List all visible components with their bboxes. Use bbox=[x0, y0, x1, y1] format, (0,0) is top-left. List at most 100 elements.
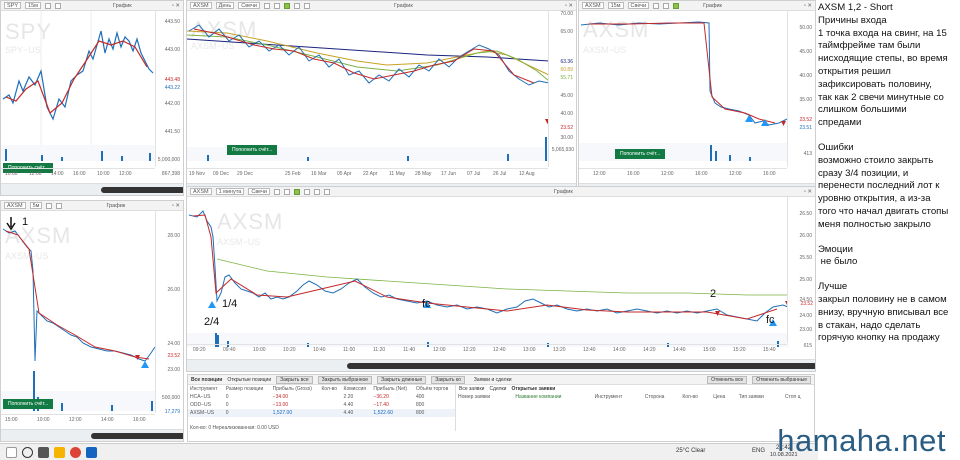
tool-icon[interactable] bbox=[304, 188, 310, 195]
price-chart[interactable] bbox=[1, 11, 157, 161]
chart-pane-axsm-15m: AXSM 15м Свечи График ▫ ✕ AXSM AXSM−US 5… bbox=[578, 0, 816, 196]
tool-icon[interactable] bbox=[294, 188, 300, 195]
interval-select[interactable]: День bbox=[215, 2, 235, 9]
tool-icon[interactable] bbox=[274, 188, 280, 195]
chart-scrollbar[interactable] bbox=[1, 183, 183, 195]
style-select[interactable]: Свечи bbox=[627, 2, 650, 9]
tab-all-positions[interactable]: Все позиции bbox=[191, 377, 222, 383]
symbol-select[interactable]: AXSM bbox=[582, 2, 604, 9]
symbol-select[interactable]: AXSM bbox=[4, 202, 26, 209]
chart-title: График bbox=[554, 188, 573, 195]
chart-title: График bbox=[112, 2, 132, 9]
chart-toolbar: AXSM День Свечи График ▫ ✕ bbox=[187, 1, 576, 11]
chrome-icon[interactable] bbox=[70, 447, 81, 458]
chart-pane-axsm-day: AXSM День Свечи График ▫ ✕ AXSM AXSM−US … bbox=[186, 0, 577, 196]
symbol-select[interactable]: AXSM bbox=[190, 2, 212, 9]
time-axis: 09:20 09:40 10:00 10:20 10:40 11:00 11:20 11:… bbox=[187, 344, 787, 353]
style-select[interactable]: Свечи bbox=[238, 2, 260, 9]
notes-line: горячую кнопку на продажу bbox=[818, 332, 940, 344]
notes-line: нисходящие степы, во время bbox=[818, 53, 948, 65]
orders-table: Номер заявки Название компании Инструмент С… bbox=[458, 394, 801, 400]
window-controls[interactable]: ▫ ✕ bbox=[172, 203, 180, 209]
close-selected-button[interactable]: Закрыть выбранное bbox=[317, 375, 373, 384]
tab-all-orders[interactable]: Все заявки bbox=[459, 386, 484, 392]
close-short-button[interactable]: Закрыть ко bbox=[431, 375, 465, 384]
table-row[interactable]: AXSM−US 0 1,527.00 4.40 1,522.60 800 bbox=[188, 409, 455, 417]
style-select[interactable]: Свечи bbox=[248, 188, 270, 195]
app-icon[interactable] bbox=[86, 447, 97, 458]
annotation-label: 1 bbox=[22, 216, 29, 228]
tool-icon[interactable] bbox=[56, 202, 63, 209]
tab-open-positions[interactable]: Открытые позиции bbox=[227, 377, 271, 383]
chart-toolbar: AXSM 15м Свечи График ▫ ✕ bbox=[579, 1, 815, 11]
task-view-icon[interactable] bbox=[38, 447, 49, 458]
tool-icon[interactable] bbox=[283, 2, 290, 9]
tool-icon[interactable] bbox=[663, 2, 670, 9]
notes-line: в стакан, надо сделать bbox=[818, 319, 921, 331]
cancel-selected-button[interactable]: Отменить выбранные bbox=[752, 375, 811, 384]
interval-select[interactable]: 15м bbox=[25, 2, 41, 9]
interval-select[interactable]: 15м bbox=[607, 2, 624, 9]
weather-widget[interactable]: 25°C Clear bbox=[676, 448, 705, 454]
tab-trades[interactable]: Сделки bbox=[489, 386, 506, 392]
tool-icon[interactable] bbox=[293, 2, 300, 9]
annotation-label: fc bbox=[766, 314, 775, 326]
explorer-icon[interactable] bbox=[54, 447, 65, 458]
chart-toolbar: AXSM 1 минута Свечи График ▫ ✕ bbox=[187, 187, 815, 197]
positions-toolbar: Все позиции Открытые позиции Закрыть все… bbox=[188, 375, 814, 385]
symbol-select[interactable]: AXSM bbox=[190, 188, 212, 195]
start-icon[interactable] bbox=[6, 447, 17, 458]
chart-title: График bbox=[703, 2, 722, 9]
notes-line: уровню открытия, а из-за bbox=[818, 193, 931, 205]
tool-icon[interactable] bbox=[263, 2, 270, 9]
chart-pane-axsm-5m: AXSM 5м График ▫ ✕ AXSM AXSM−US 28.00 26.… bbox=[0, 200, 184, 442]
close-all-button[interactable]: Закрыть все bbox=[276, 375, 313, 384]
cancel-all-button[interactable]: Отменить все bbox=[707, 375, 748, 384]
notes-line: возможно стоило закрыть bbox=[818, 154, 934, 166]
tool-icon[interactable] bbox=[653, 2, 660, 9]
window-controls[interactable]: ▫ ✕ bbox=[172, 3, 180, 9]
positions-table: Инструмент Размер позиции Прибыль (Gross) К… bbox=[188, 385, 455, 417]
tool-icon[interactable] bbox=[273, 2, 280, 9]
price-axis: 70.00 65.00 63.36 60.89 55.71 45.00 40.00 23… bbox=[548, 11, 576, 167]
tool-icon[interactable] bbox=[44, 2, 51, 9]
annotation-label: fc bbox=[422, 298, 431, 310]
table-row[interactable]: ODD−US 0 −13.00 4.40 −17.40 800 bbox=[188, 401, 455, 409]
fund-account-button[interactable]: Пополнить счёт... bbox=[615, 149, 666, 159]
interval-select[interactable]: 1 минута bbox=[215, 188, 245, 195]
fund-account-button[interactable]: Пополнить счёт... bbox=[3, 399, 54, 409]
tool-icon[interactable] bbox=[314, 188, 320, 195]
annotation-label: 1/4 bbox=[222, 298, 238, 310]
fund-account-button[interactable]: Пополнить счёт... bbox=[227, 145, 278, 155]
price-chart[interactable] bbox=[187, 11, 550, 161]
tool-icon[interactable] bbox=[54, 2, 61, 9]
symbol-select[interactable]: SPY bbox=[4, 2, 22, 9]
window-controls[interactable]: ▫ ✕ bbox=[804, 3, 812, 9]
price-chart[interactable] bbox=[187, 197, 789, 347]
chart-pane-axsm-1m: AXSM 1 минута Свечи График ▫ ✕ AXSM AXSM… bbox=[186, 186, 816, 372]
tool-icon[interactable] bbox=[673, 2, 680, 9]
window-controls[interactable]: ▫ ✕ bbox=[804, 189, 812, 195]
price-axis: 443.50 443.00 443.48 443.22 442.00 441.50 5… bbox=[155, 11, 183, 177]
tab-open-orders[interactable]: Открытые заявки bbox=[511, 386, 555, 392]
price-chart[interactable] bbox=[1, 211, 157, 411]
price-chart[interactable] bbox=[579, 11, 789, 161]
close-long-button[interactable]: Закрыть длинные bbox=[377, 375, 427, 384]
chart-toolbar: AXSM 5м График ▫ ✕ bbox=[1, 201, 183, 211]
window-controls[interactable]: ▫ ✕ bbox=[565, 3, 573, 9]
tool-icon[interactable] bbox=[284, 188, 290, 195]
annotation-label: 2/4 bbox=[204, 316, 220, 328]
tool-icon[interactable] bbox=[46, 202, 53, 209]
time-axis: 10:00 12:00 14:00 16:00 10:00 12:00 bbox=[1, 168, 155, 177]
language-indicator[interactable]: ENG bbox=[752, 448, 765, 454]
windows-taskbar: 25°C Clear ENG 22:42 10.08.2021 bbox=[0, 443, 818, 460]
tool-icon[interactable] bbox=[324, 188, 330, 195]
chart-scrollbar[interactable] bbox=[1, 429, 183, 441]
tool-icon[interactable] bbox=[303, 2, 310, 9]
notes-heading: Ошибки bbox=[818, 141, 854, 153]
table-row[interactable]: HCA−US 0 −34.00 2.20 −36.20 400 bbox=[188, 393, 455, 401]
chart-scrollbar[interactable] bbox=[187, 359, 815, 371]
interval-select[interactable]: 5м bbox=[29, 202, 43, 209]
notes-line: спредами bbox=[818, 117, 862, 129]
search-icon[interactable] bbox=[22, 447, 33, 458]
